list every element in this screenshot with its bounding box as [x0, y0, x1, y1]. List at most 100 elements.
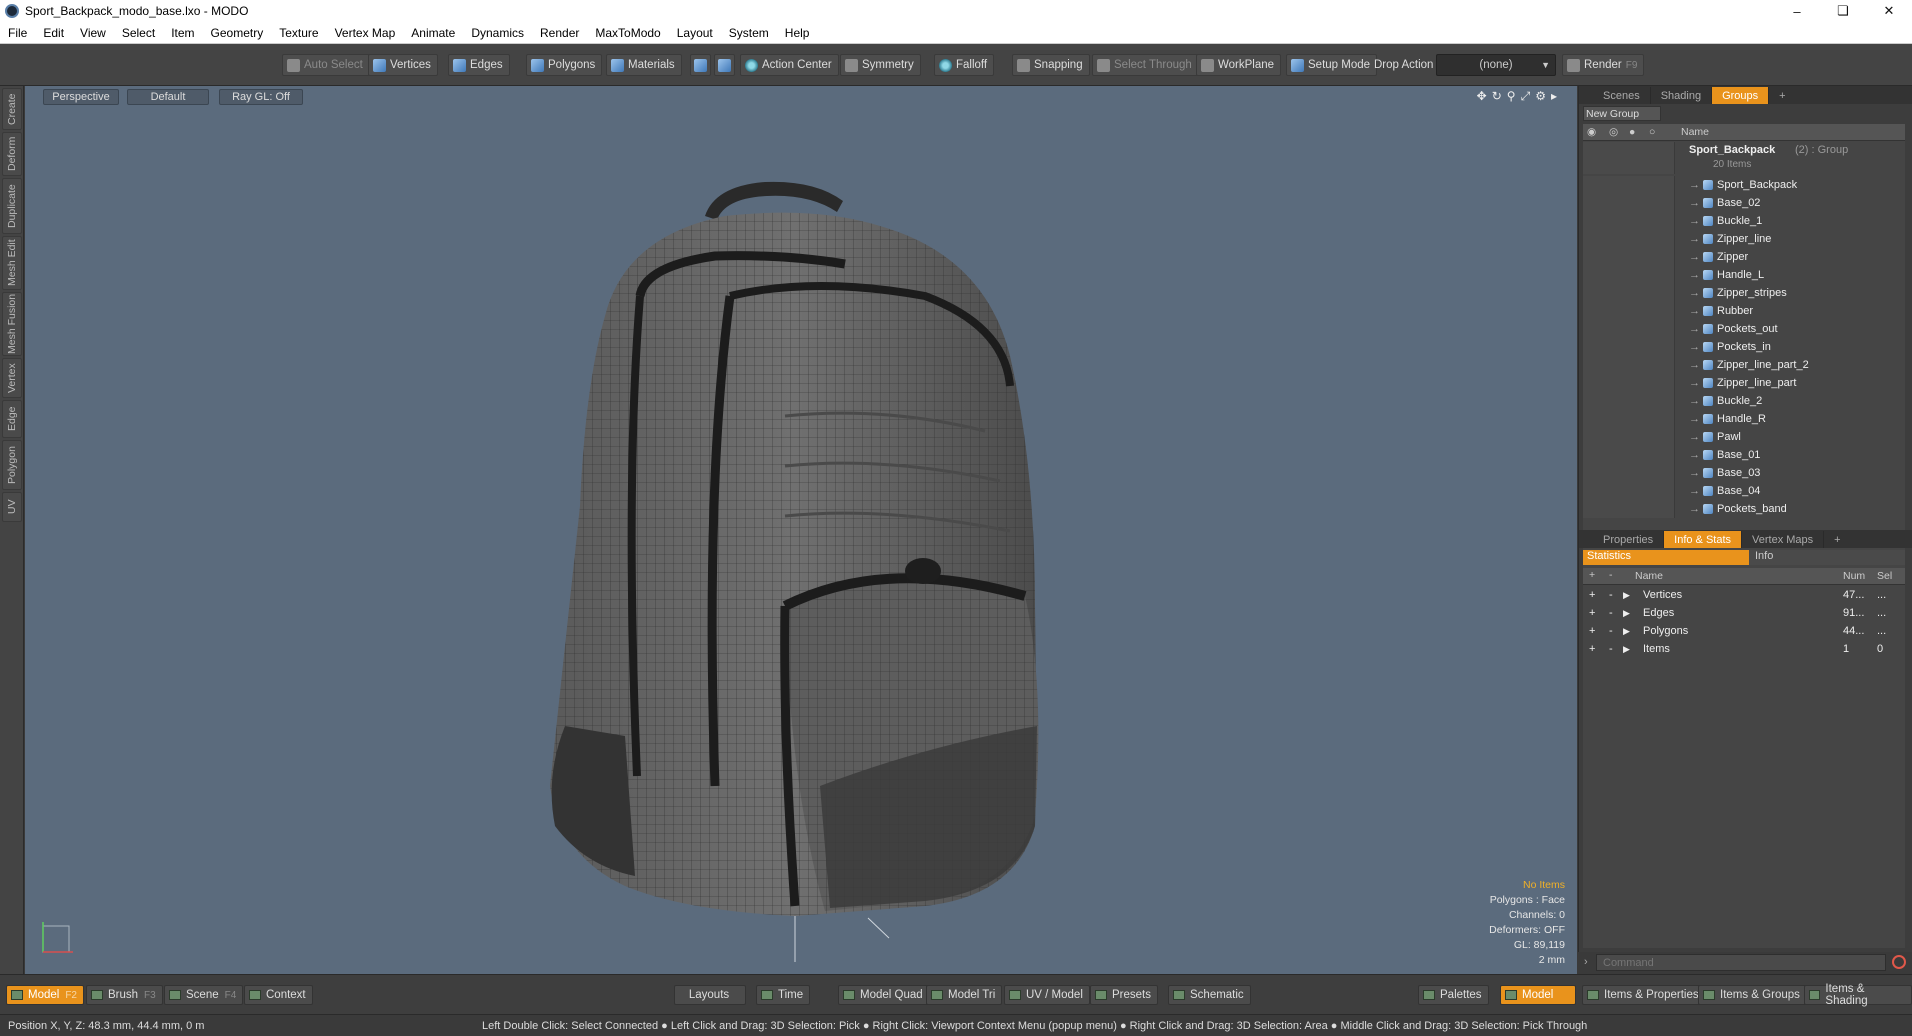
- model-quad-button[interactable]: Model Quad: [838, 985, 930, 1005]
- falloff-button[interactable]: Falloff: [934, 54, 995, 76]
- schematic-button[interactable]: Schematic: [1168, 985, 1251, 1005]
- menu-view[interactable]: View: [72, 26, 114, 40]
- tab-scenes[interactable]: Scenes: [1593, 87, 1651, 104]
- add-tab-icon[interactable]: +: [1824, 531, 1850, 548]
- menu-vertex-map[interactable]: Vertex Map: [327, 26, 404, 40]
- subtab-statistics[interactable]: Statistics: [1583, 550, 1749, 565]
- menu-select[interactable]: Select: [114, 26, 163, 40]
- brush-layout-button[interactable]: Brush F3: [86, 985, 163, 1005]
- add-tab-icon[interactable]: +: [1769, 87, 1795, 104]
- items-properties-button[interactable]: Items & Properties: [1582, 985, 1706, 1005]
- expand-all-icon[interactable]: +: [1589, 569, 1595, 581]
- tree-item[interactable]: → Zipper_line: [1583, 230, 1905, 248]
- model-layout-button[interactable]: Model F2: [6, 985, 84, 1005]
- tree-item[interactable]: → Base_03: [1583, 464, 1905, 482]
- select-mode-a-button[interactable]: [690, 54, 711, 76]
- polygons-button[interactable]: Polygons: [526, 54, 603, 76]
- disclosure-triangle-icon[interactable]: ▶: [1623, 626, 1630, 637]
- tree-item[interactable]: → Buckle_1: [1583, 212, 1905, 230]
- auto-select-button[interactable]: Auto Select: [282, 54, 370, 76]
- tree-item[interactable]: → Handle_L: [1583, 266, 1905, 284]
- stats-row[interactable]: + - ▶ Edges 91......: [1583, 604, 1905, 622]
- tree-item[interactable]: → Zipper_line_part_2: [1583, 356, 1905, 374]
- maximize-button[interactable]: ❏: [1820, 0, 1866, 22]
- tab-properties[interactable]: Properties: [1593, 531, 1665, 548]
- layouts-button[interactable]: Layouts: [674, 985, 746, 1005]
- new-group-button[interactable]: New Group: [1583, 106, 1661, 121]
- tab-mesh-edit[interactable]: Mesh Edit: [2, 236, 22, 290]
- tree-item[interactable]: → Pockets_in: [1583, 338, 1905, 356]
- stats-row[interactable]: + - ▶ Polygons 44......: [1583, 622, 1905, 640]
- tab-edge[interactable]: Edge: [2, 400, 22, 438]
- disclosure-triangle-icon[interactable]: ▶: [1623, 644, 1630, 655]
- stats-row[interactable]: + - ▶ Vertices 47......: [1583, 586, 1905, 604]
- menu-maxtomodo[interactable]: MaxToModo: [587, 26, 668, 40]
- render-button[interactable]: Render F9: [1562, 54, 1645, 76]
- menu-texture[interactable]: Texture: [271, 26, 326, 40]
- select-through-button[interactable]: Select Through: [1092, 54, 1199, 76]
- setup-mode-button[interactable]: Setup Mode: [1286, 54, 1378, 76]
- tree-item[interactable]: → Zipper: [1583, 248, 1905, 266]
- tree-item[interactable]: → Pockets_band: [1583, 500, 1905, 518]
- drop-action-select[interactable]: (none) ▼: [1436, 54, 1556, 76]
- menu-geometry[interactable]: Geometry: [203, 26, 272, 40]
- 3d-viewport[interactable]: Perspective Default Ray GL: Off ✥ ↻ ⚲ ⤢ …: [25, 86, 1577, 974]
- expand-icon[interactable]: +: [1589, 643, 1595, 655]
- expand-icon[interactable]: +: [1589, 589, 1595, 601]
- items-shading-button[interactable]: Items & Shading: [1804, 983, 1912, 1007]
- expand-icon[interactable]: +: [1589, 625, 1595, 637]
- disclosure-triangle-icon[interactable]: ▶: [1623, 590, 1630, 601]
- vertices-button[interactable]: Vertices: [368, 54, 438, 76]
- stats-row[interactable]: + - ▶ Items 1 0: [1583, 640, 1905, 658]
- presets-button[interactable]: Presets: [1090, 985, 1158, 1005]
- minimize-button[interactable]: –: [1774, 0, 1820, 22]
- tab-polygon[interactable]: Polygon: [2, 440, 22, 490]
- snapping-button[interactable]: Snapping: [1012, 54, 1090, 76]
- tree-item[interactable]: → Base_02: [1583, 194, 1905, 212]
- tab-groups[interactable]: Groups: [1712, 87, 1770, 104]
- tree-item[interactable]: → Buckle_2: [1583, 392, 1905, 410]
- tab-deform[interactable]: Deform: [2, 132, 22, 176]
- menu-item[interactable]: Item: [163, 26, 202, 40]
- tab-info-stats[interactable]: Info & Stats: [1664, 531, 1743, 548]
- menu-help[interactable]: Help: [777, 26, 818, 40]
- group-row[interactable]: Sport_Backpack (2) : Group 20 Items: [1583, 142, 1905, 174]
- tree-item[interactable]: → Pawl: [1583, 428, 1905, 446]
- action-center-button[interactable]: Action Center: [740, 54, 839, 76]
- record-icon[interactable]: [1892, 955, 1906, 969]
- menu-layout[interactable]: Layout: [669, 26, 721, 40]
- expand-icon[interactable]: +: [1589, 607, 1595, 619]
- tab-uv[interactable]: UV: [2, 492, 22, 522]
- collapse-icon[interactable]: -: [1609, 625, 1613, 637]
- time-layout-button[interactable]: Time: [756, 985, 811, 1005]
- select-mode-b-button[interactable]: [714, 54, 735, 76]
- tree-item[interactable]: → Handle_R: [1583, 410, 1905, 428]
- close-button[interactable]: ✕: [1866, 0, 1912, 22]
- tab-shading[interactable]: Shading: [1651, 87, 1713, 104]
- disclosure-triangle-icon[interactable]: ▶: [1623, 608, 1630, 619]
- menu-animate[interactable]: Animate: [403, 26, 463, 40]
- edges-button[interactable]: Edges: [448, 54, 510, 76]
- workplane-button[interactable]: WorkPlane: [1196, 54, 1282, 76]
- tab-duplicate[interactable]: Duplicate: [2, 178, 22, 234]
- tree-item[interactable]: → Sport_Backpack: [1583, 176, 1905, 194]
- materials-button[interactable]: Materials: [606, 54, 682, 76]
- tab-vertex[interactable]: Vertex: [2, 358, 22, 398]
- tree-item[interactable]: → Zipper_line_part: [1583, 374, 1905, 392]
- tree-item[interactable]: → Base_04: [1583, 482, 1905, 500]
- menu-file[interactable]: File: [0, 26, 35, 40]
- collapse-icon[interactable]: -: [1609, 607, 1613, 619]
- menu-system[interactable]: System: [721, 26, 777, 40]
- command-input[interactable]: [1596, 954, 1886, 971]
- tree-item[interactable]: → Rubber: [1583, 302, 1905, 320]
- subtab-info[interactable]: Info: [1749, 550, 1905, 565]
- model-tri-button[interactable]: Model Tri: [926, 985, 1003, 1005]
- palettes-button[interactable]: Palettes: [1418, 985, 1489, 1005]
- tab-vertex-maps[interactable]: Vertex Maps: [1742, 531, 1825, 548]
- tree-item[interactable]: → Pockets_out: [1583, 320, 1905, 338]
- collapse-icon[interactable]: -: [1609, 589, 1613, 601]
- uv-model-button[interactable]: UV / Model: [1004, 985, 1090, 1005]
- tree-item[interactable]: → Zipper_stripes: [1583, 284, 1905, 302]
- context-layout-button[interactable]: Context: [244, 985, 313, 1005]
- menu-dynamics[interactable]: Dynamics: [463, 26, 532, 40]
